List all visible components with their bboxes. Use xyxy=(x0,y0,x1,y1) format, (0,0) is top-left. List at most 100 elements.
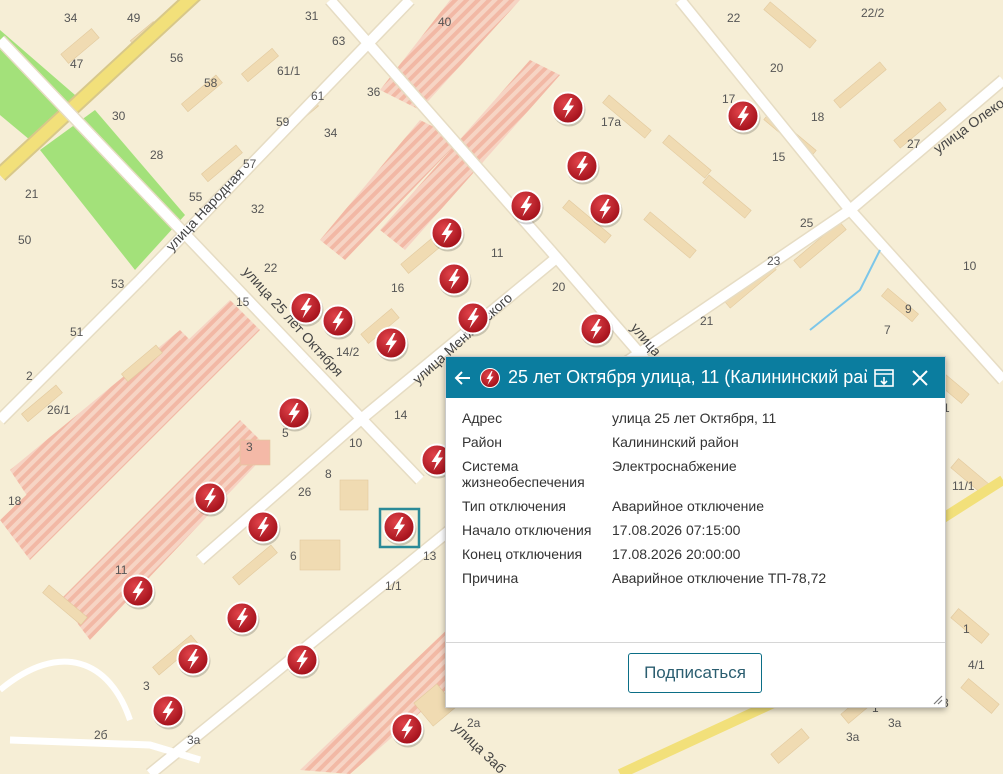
outage-marker[interactable] xyxy=(456,301,491,337)
outage-marker[interactable] xyxy=(193,481,228,517)
house-number-label: 3 xyxy=(246,440,253,454)
house-number-label: 21 xyxy=(700,314,714,328)
attribute-value: Аварийное отключение ТП-78,72 xyxy=(612,570,827,586)
house-number-label: 18 xyxy=(811,110,825,124)
attribute-label: Система жизнеобеспечения xyxy=(462,458,585,490)
house-number-label: 16 xyxy=(391,281,405,295)
house-number-label: 51 xyxy=(70,325,84,339)
house-number-label: 22 xyxy=(727,11,741,25)
attribute-label: Причина xyxy=(462,570,519,586)
house-number-label: 34 xyxy=(64,11,78,25)
outage-marker[interactable] xyxy=(579,312,614,348)
outage-marker[interactable] xyxy=(176,642,211,678)
house-number-label: 10 xyxy=(963,259,977,273)
house-number-label: 49 xyxy=(127,11,141,25)
house-number-label: 3а xyxy=(846,730,860,744)
house-number-label: 36 xyxy=(367,85,381,99)
house-number-label: 8 xyxy=(325,467,332,481)
attribute-label: Тип отключения xyxy=(462,498,566,514)
house-number-label: 63 xyxy=(332,34,346,48)
outage-marker[interactable] xyxy=(321,304,356,340)
attribute-list: Адрес улица 25 лет Октября, 11 Район Кал… xyxy=(446,398,945,586)
house-number-label: 31 xyxy=(305,9,319,23)
outage-marker[interactable] xyxy=(121,574,156,610)
house-number-label: 22 xyxy=(264,261,278,275)
attribute-row: Начало отключения 17.08.2026 07:15:00 xyxy=(462,522,929,538)
attribute-row: Адрес улица 25 лет Октября, 11 xyxy=(462,410,929,426)
house-number-label: 6 xyxy=(290,549,297,563)
house-number-label: 3а xyxy=(187,733,201,747)
attribute-label: Адрес xyxy=(462,410,503,426)
house-number-label: 10 xyxy=(349,436,363,450)
outage-marker[interactable] xyxy=(509,189,544,225)
house-number-label: 57 xyxy=(243,157,257,171)
outage-marker[interactable] xyxy=(151,694,186,730)
house-number-label: 2 xyxy=(26,369,33,383)
outage-marker[interactable] xyxy=(588,192,623,228)
house-number-label: 32 xyxy=(251,202,265,216)
house-number-label: 30 xyxy=(112,109,126,123)
outage-marker[interactable] xyxy=(277,396,312,432)
house-number-label: 50 xyxy=(18,233,32,247)
house-number-label: 21 xyxy=(25,187,39,201)
house-number-label: 59 xyxy=(276,115,290,129)
house-number-label: 25 xyxy=(800,216,814,230)
house-number-label: 9 xyxy=(905,302,912,316)
resize-grip-icon[interactable] xyxy=(931,693,943,705)
house-number-label: 20 xyxy=(770,61,784,75)
house-number-label: 58 xyxy=(204,76,218,90)
outage-marker[interactable] xyxy=(374,326,409,362)
attribute-row: Район Калининский район xyxy=(462,434,929,450)
outage-marker[interactable] xyxy=(382,510,417,546)
house-number-label: 17а xyxy=(601,115,621,129)
house-number-label: 27 xyxy=(907,137,921,151)
arrow-left-icon xyxy=(454,370,470,385)
attribute-row: Тип отключения Аварийное отключение xyxy=(462,498,929,514)
attribute-value: Аварийное отключение xyxy=(612,498,764,514)
house-number-label: 14/2 xyxy=(336,345,360,359)
outage-marker[interactable] xyxy=(285,643,320,679)
outage-marker[interactable] xyxy=(430,216,465,252)
outage-marker[interactable] xyxy=(726,99,761,135)
house-number-label: 26/1 xyxy=(47,403,71,417)
attribute-label: Начало отключения xyxy=(462,522,592,538)
house-number-label: 28 xyxy=(150,148,164,162)
house-number-label: 11 xyxy=(115,563,128,577)
attribute-label: Конец отключения xyxy=(462,546,583,562)
outage-marker[interactable] xyxy=(390,712,425,748)
house-number-label: 23 xyxy=(767,254,781,268)
dock-icon xyxy=(874,368,894,387)
attribute-row: Конец отключения 17.08.2026 20:00:00 xyxy=(462,546,929,562)
house-number-label: 20 xyxy=(552,280,566,294)
attribute-value: улица 25 лет Октября, 11 xyxy=(612,410,777,426)
info-popup: 25 лет Октября улица, 11 (Калининский ра… xyxy=(445,356,946,708)
house-number-label: 15 xyxy=(772,150,786,164)
outage-marker[interactable] xyxy=(565,149,600,185)
house-number-label: 14 xyxy=(394,408,408,422)
house-number-label: 61/1 xyxy=(277,64,301,78)
lightning-marker-icon xyxy=(480,367,500,388)
attribute-value: 17.08.2026 07:15:00 xyxy=(612,522,741,538)
house-number-label: 47 xyxy=(70,57,84,71)
house-number-label: 2а xyxy=(467,716,481,730)
outage-marker[interactable] xyxy=(551,91,586,127)
attribute-label: Район xyxy=(462,434,502,450)
outage-marker[interactable] xyxy=(246,510,281,546)
dock-button[interactable] xyxy=(867,357,901,398)
attribute-row: Система жизнеобеспечения Электроснабжени… xyxy=(462,458,929,490)
attribute-value: Электроснабжение xyxy=(612,458,737,474)
back-button[interactable] xyxy=(446,357,480,398)
house-number-label: 13 xyxy=(423,549,437,563)
close-icon xyxy=(912,369,928,386)
outage-marker[interactable] xyxy=(289,291,324,327)
house-number-label: 40 xyxy=(438,15,452,29)
house-number-label: 2б xyxy=(94,728,108,742)
outage-marker[interactable] xyxy=(437,262,472,298)
close-button[interactable] xyxy=(903,357,937,398)
house-number-label: 1/1 xyxy=(385,579,402,593)
attribute-value: 17.08.2026 20:00:00 xyxy=(612,546,741,562)
attribute-value: Калининский район xyxy=(612,434,739,450)
subscribe-button[interactable]: Подписаться xyxy=(628,653,762,693)
house-number-label: 18 xyxy=(8,494,22,508)
outage-marker[interactable] xyxy=(225,601,260,637)
